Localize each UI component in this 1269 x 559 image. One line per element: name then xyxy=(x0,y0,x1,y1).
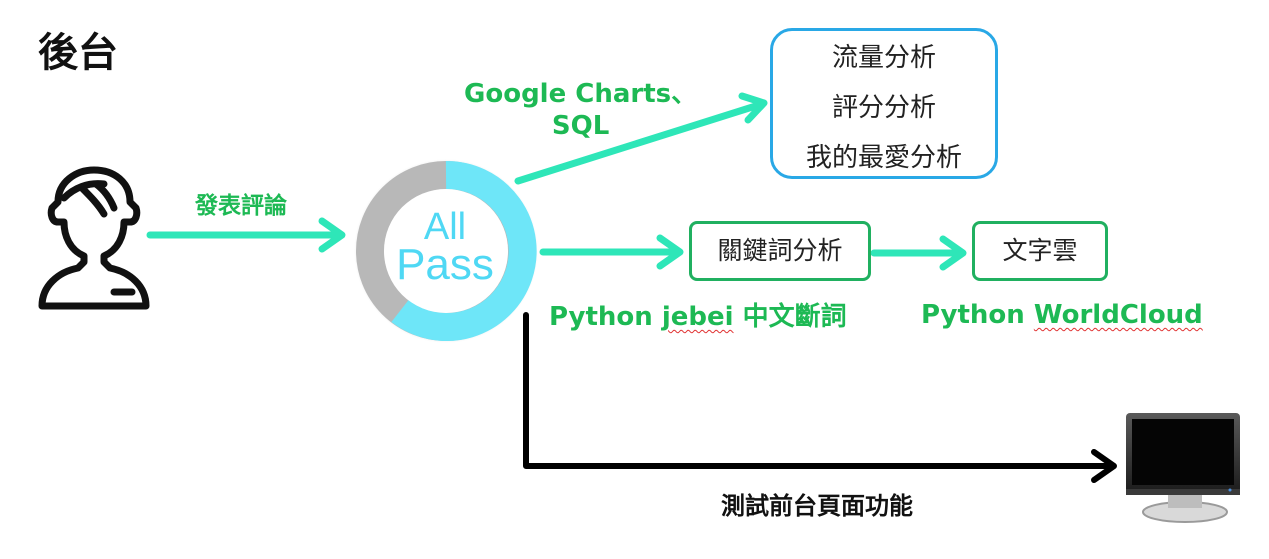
edge-label-wordcloud: Python WorldCloud xyxy=(921,300,1203,330)
edge-label-wordcloud-prefix: Python xyxy=(921,300,1034,330)
edge-label-charts-line1: Google Charts、 xyxy=(464,79,698,109)
logo-text-pass: Pass xyxy=(396,240,494,289)
page-title: 後台 xyxy=(38,30,118,76)
analysis-box: 流量分析 評分分析 我的最愛分析 xyxy=(770,28,998,179)
arrow-publish xyxy=(146,217,346,253)
edge-label-jebei: Python jebei 中文斷詞 xyxy=(549,296,847,333)
analysis-item-rating: 評分分析 xyxy=(831,93,936,123)
edge-label-wordcloud-word: WorldCloud xyxy=(1033,300,1203,330)
arrow-keyword xyxy=(539,234,684,270)
edge-label-jebei-prefix: Python xyxy=(549,302,662,332)
edge-label-publish: 發表評論 xyxy=(195,193,287,219)
analysis-item-traffic: 流量分析 xyxy=(831,43,936,73)
edge-label-charts-line2: SQL xyxy=(551,111,610,141)
computer-monitor-icon xyxy=(1126,413,1240,523)
arrow-frontend-test xyxy=(523,312,1117,483)
arrow-wordcloud xyxy=(870,235,967,271)
user-silhouette-icon xyxy=(38,166,150,310)
word-cloud-box: 文字雲 xyxy=(972,221,1108,281)
edge-label-frontend-test: 測試前台頁面功能 xyxy=(721,492,913,520)
edge-label-jebei-word: jebei xyxy=(661,302,734,332)
analysis-item-favorites: 我的最愛分析 xyxy=(805,143,962,173)
backend-flow-diagram: 後台 發表評論 Google Charts、 SQL 流量分析 評分分析 我的最… xyxy=(0,0,1269,559)
keyword-analysis-box: 關鍵詞分析 xyxy=(689,221,871,281)
edge-label-charts: Google Charts、 SQL xyxy=(464,78,697,142)
edge-label-jebei-suffix: 中文斷詞 xyxy=(733,302,847,332)
